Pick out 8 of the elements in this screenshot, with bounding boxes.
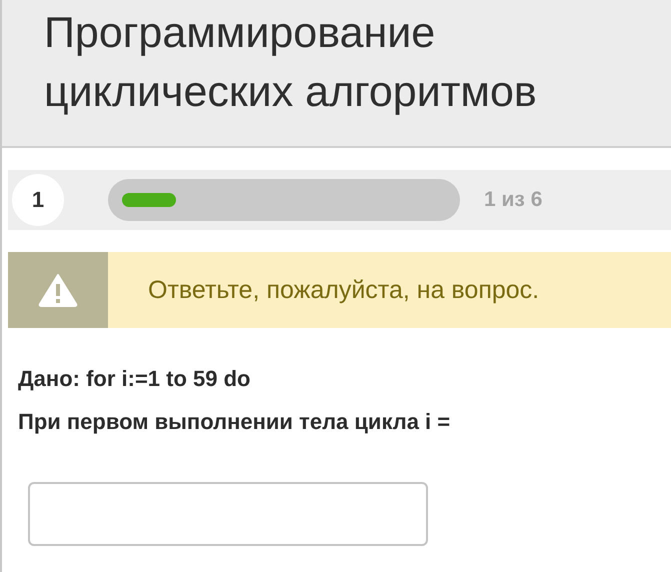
question-counter: 1 из 6	[484, 188, 542, 212]
question-text: При первом выполнении тела цикла i =	[18, 409, 452, 435]
warning-icon	[38, 273, 78, 307]
question-text: Дано: for i:=1 to 59 do	[18, 366, 252, 392]
alert-message: Ответьте, пожалуйста, на вопрос.	[148, 276, 540, 304]
question-number: 1	[12, 174, 64, 226]
answer-field[interactable]	[28, 482, 428, 546]
page-title: Программирование циклических алгоритмов	[44, 8, 538, 118]
